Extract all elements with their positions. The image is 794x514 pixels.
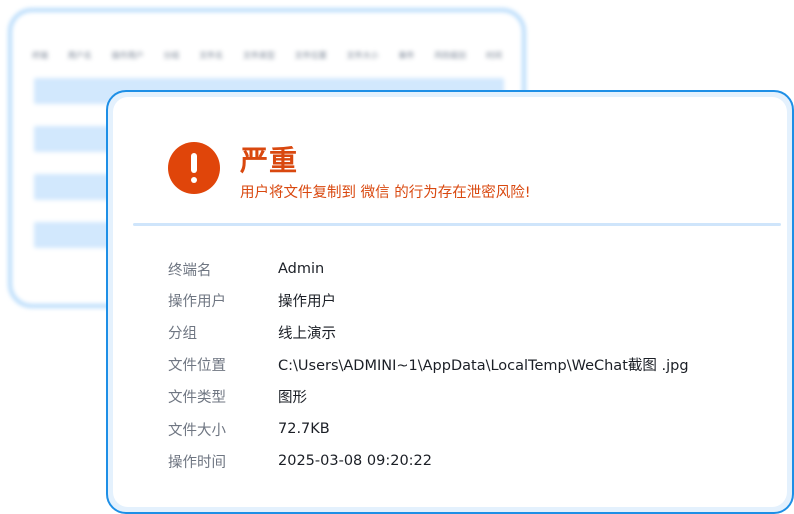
detail-value: 线上演示 xyxy=(278,325,336,342)
stage: 终端 用户名 操作用户 分组 文件名 文件类型 文件位置 文件大小 事件 风险级… xyxy=(0,0,794,514)
table-header-cell: 事件 xyxy=(398,51,415,60)
detail-label: 操作时间 xyxy=(168,454,226,471)
detail-value: C:\Users\ADMINI~1\AppData\LocalTemp\WeCh… xyxy=(278,357,689,374)
table-header-cell: 文件类型 xyxy=(242,51,275,60)
detail-label: 文件大小 xyxy=(168,422,226,439)
detail-row-file-location: 文件位置 C:\Users\ADMINI~1\AppData\LocalTemp… xyxy=(168,353,777,375)
table-header-cell: 分组 xyxy=(163,51,180,60)
detail-value: 2025-03-08 09:20:22 xyxy=(278,453,432,469)
detail-label: 文件类型 xyxy=(168,389,226,406)
detail-label: 操作用户 xyxy=(168,293,226,310)
table-header-cell: 时间 xyxy=(485,51,502,60)
detail-row-terminal: 终端名 Admin xyxy=(168,258,777,280)
detail-row-operation-time: 操作时间 2025-03-08 09:20:22 xyxy=(168,450,777,472)
table-header-cell: 操作用户 xyxy=(111,51,144,60)
table-header-cell: 文件大小 xyxy=(346,51,379,60)
detail-row-file-size: 文件大小 72.7KB xyxy=(168,418,777,440)
detail-label: 文件位置 xyxy=(168,357,226,374)
alert-card: 严重 用户将文件复制到 微信 的行为存在泄密风险! 终端名 Admin 操作用户… xyxy=(106,90,794,514)
table-row xyxy=(34,222,114,248)
detail-row-operator: 操作用户 操作用户 xyxy=(168,289,777,311)
alert-message: 用户将文件复制到 微信 的行为存在泄密风险! xyxy=(240,185,531,201)
detail-value: Admin xyxy=(278,261,325,277)
table-header-cell: 风险级别 xyxy=(434,51,467,60)
alert-content: 严重 用户将文件复制到 微信 的行为存在泄密风险! 终端名 Admin 操作用户… xyxy=(113,97,787,507)
table-header-cell: 用户名 xyxy=(67,51,92,60)
detail-value: 图形 xyxy=(278,389,307,406)
detail-row-group: 分组 线上演示 xyxy=(168,321,777,343)
table-header-cell: 文件名 xyxy=(199,51,224,60)
table-header-cell: 文件位置 xyxy=(294,51,327,60)
exclamation-icon xyxy=(168,142,220,194)
detail-label: 终端名 xyxy=(168,262,212,279)
detail-label: 分组 xyxy=(168,325,197,342)
table-row xyxy=(34,126,114,152)
table-header-cell: 终端 xyxy=(32,51,48,60)
table-row xyxy=(34,174,114,200)
background-table-header: 终端 用户名 操作用户 分组 文件名 文件类型 文件位置 文件大小 事件 风险级… xyxy=(32,50,502,61)
detail-value: 72.7KB xyxy=(278,421,330,437)
detail-value: 操作用户 xyxy=(278,293,336,310)
alert-level-title: 严重 xyxy=(240,144,299,177)
detail-row-file-type: 文件类型 图形 xyxy=(168,385,777,407)
divider xyxy=(133,223,781,226)
